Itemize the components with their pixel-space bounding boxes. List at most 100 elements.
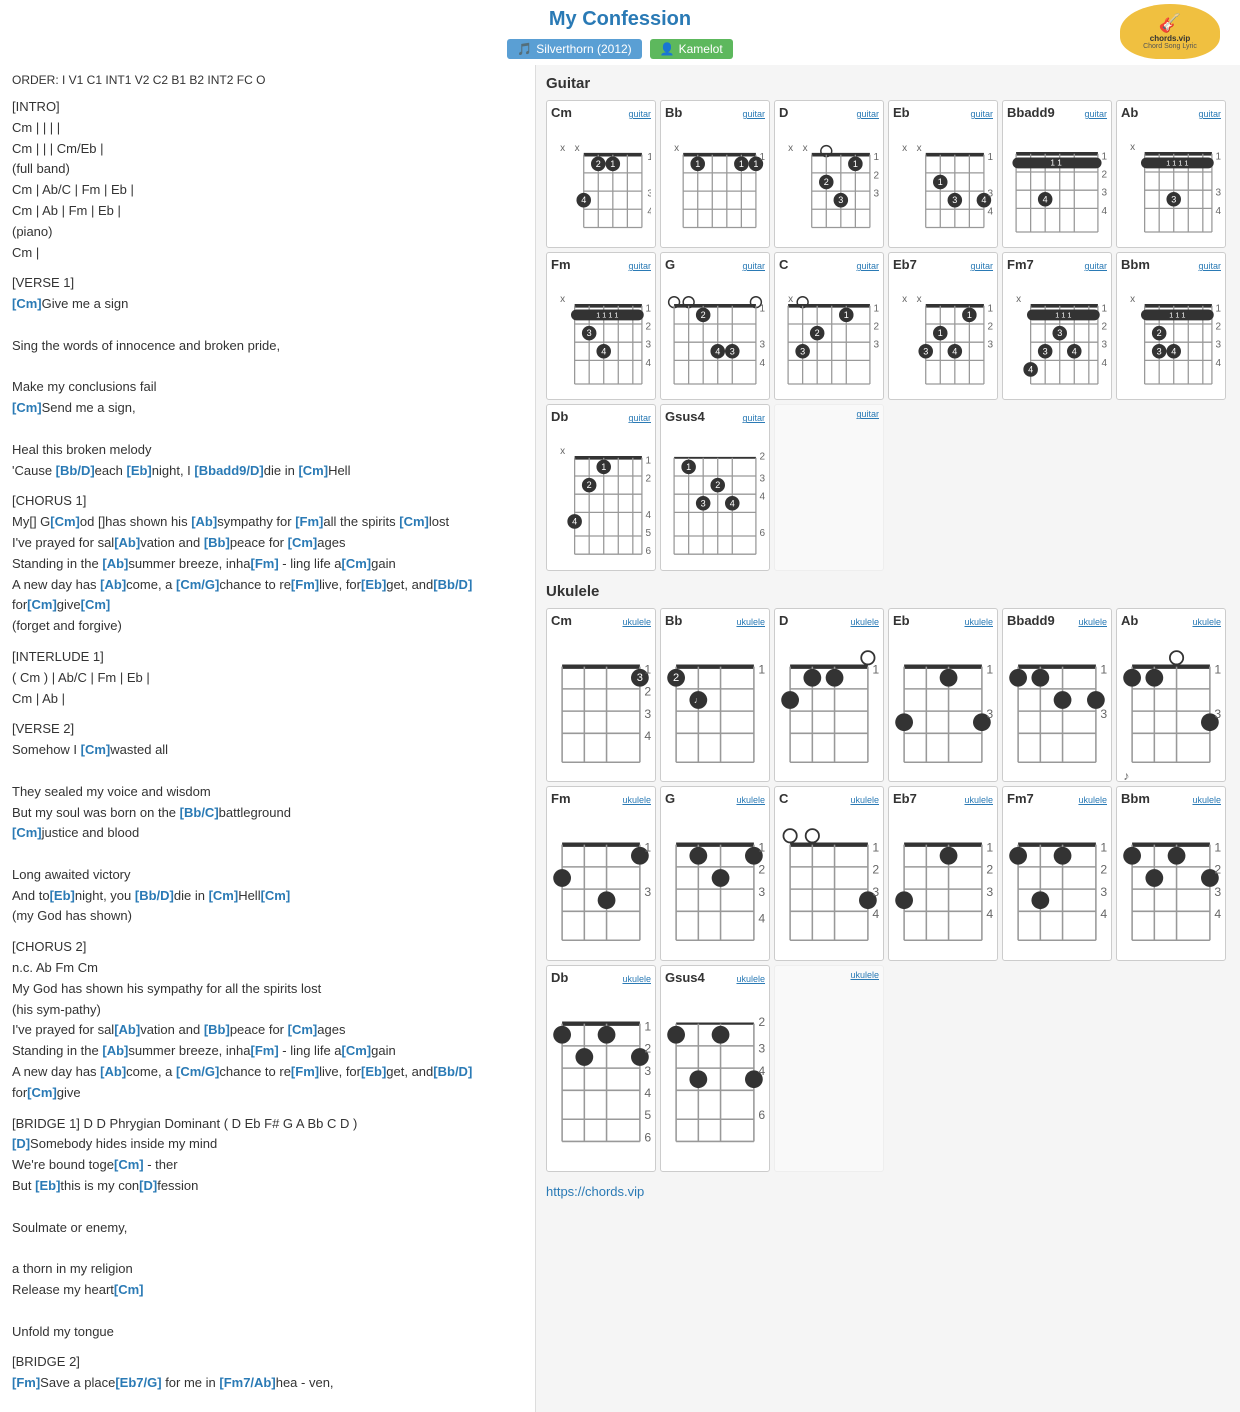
svg-text:1fr: 1fr <box>874 303 879 314</box>
svg-text:4: 4 <box>581 195 586 205</box>
svg-text:2: 2 <box>673 671 679 683</box>
svg-text:1fr: 1fr <box>1102 303 1107 314</box>
svg-text:1: 1 <box>739 159 744 169</box>
svg-text:3fr: 3fr <box>1214 885 1221 899</box>
svg-text:4fr: 4fr <box>758 912 765 926</box>
svg-text:4: 4 <box>1072 346 1077 356</box>
svg-text:2: 2 <box>587 480 592 490</box>
svg-text:4: 4 <box>730 499 735 509</box>
section-verse1: [VERSE 1] [Cm]Give me a sign Sing the wo… <box>12 273 523 481</box>
header: My Confession 🎵 Silverthorn (2012) 👤 Kam… <box>0 0 1240 65</box>
order-line: ORDER: I V1 C1 INT1 V2 C2 B1 B2 INT2 FC … <box>12 73 523 87</box>
section-label: [VERSE 1] <box>12 273 523 294</box>
badge-kamelot[interactable]: 👤 Kamelot <box>650 39 733 59</box>
svg-text:2fr: 2fr <box>758 863 765 877</box>
svg-text:3: 3 <box>1171 194 1176 204</box>
section-intro: [INTRO] Cm | | | | Cm | | | Cm/Eb | (ful… <box>12 97 523 263</box>
chord-fm7-guitar: Fm7 guitar x <box>1002 252 1112 400</box>
chord-d-ukulele: D ukulele <box>774 608 884 782</box>
svg-text:2fr: 2fr <box>646 322 651 333</box>
svg-text:x: x <box>560 143 565 154</box>
chord-empty-ukulele: ukulele <box>774 965 884 1173</box>
svg-text:3fr: 3fr <box>1214 706 1221 720</box>
svg-text:4fr: 4fr <box>872 907 879 921</box>
chord-d-guitar: D guitar x x <box>774 100 884 248</box>
svg-text:2fr: 2fr <box>874 170 879 181</box>
chord-eb-guitar: Eb guitar x x <box>888 100 998 248</box>
svg-text:3: 3 <box>800 346 805 356</box>
svg-text:2fr: 2fr <box>644 1041 651 1055</box>
section-bridge1: [BRIDGE 1] D D Phrygian Dominant ( D Eb … <box>12 1114 523 1343</box>
svg-text:x: x <box>1130 142 1135 153</box>
section-label: [BRIDGE 1] D D Phrygian Dominant ( D Eb … <box>12 1114 523 1135</box>
page-wrapper: My Confession 🎵 Silverthorn (2012) 👤 Kam… <box>0 0 1240 1412</box>
svg-text:2fr: 2fr <box>1216 322 1221 333</box>
svg-text:1fr: 1fr <box>1214 662 1221 676</box>
svg-text:1fr: 1fr <box>872 662 879 676</box>
svg-text:1fr: 1fr <box>644 1019 651 1033</box>
chord-db-guitar: Db guitar x <box>546 404 656 570</box>
section-label: [VERSE 2] <box>12 719 523 740</box>
svg-text:4fr: 4fr <box>986 907 993 921</box>
svg-text:1 1 1: 1 1 1 <box>1055 311 1071 320</box>
svg-text:4fr: 4fr <box>647 207 651 218</box>
svg-text:4fr: 4fr <box>644 1086 651 1100</box>
section-label: [BRIDGE 2] <box>12 1352 523 1373</box>
svg-text:3fr: 3fr <box>644 1063 651 1077</box>
svg-text:♪: ♪ <box>1123 769 1129 783</box>
svg-text:3fr: 3fr <box>986 706 993 720</box>
svg-text:1fr: 1fr <box>988 303 993 314</box>
chord-gsus4-ukulele: Gsus4 ukulele 2fr <box>660 965 770 1173</box>
svg-text:6fr: 6fr <box>644 1130 651 1144</box>
chord-g-ukulele: G ukulele <box>660 786 770 960</box>
svg-text:3fr: 3fr <box>986 885 993 899</box>
svg-text:3: 3 <box>1057 328 1062 338</box>
svg-text:4fr: 4fr <box>1216 358 1221 369</box>
svg-text:♩: ♩ <box>694 695 703 705</box>
chord-bbadd9-guitar: Bbadd9 guitar <box>1002 100 1112 248</box>
svg-text:1fr: 1fr <box>760 303 765 314</box>
svg-text:3: 3 <box>923 346 928 356</box>
svg-text:3: 3 <box>637 671 643 683</box>
chord-bb-ukulele: Bb ukulele 2 <box>660 608 770 782</box>
svg-text:2fr: 2fr <box>1102 169 1107 180</box>
ukulele-chords-grid: Cm ukulele 3 <box>546 608 1230 1173</box>
section-label: [CHORUS 1] <box>12 491 523 512</box>
svg-text:2fr: 2fr <box>758 1014 765 1028</box>
svg-text:3: 3 <box>838 195 843 205</box>
svg-text:1: 1 <box>686 462 691 472</box>
svg-text:1fr: 1fr <box>1216 303 1221 314</box>
svg-text:1: 1 <box>601 462 606 472</box>
svg-text:3: 3 <box>587 328 592 338</box>
section-verse2: [VERSE 2] Somehow I [Cm]wasted all They … <box>12 719 523 927</box>
svg-text:x: x <box>902 294 907 305</box>
svg-text:1: 1 <box>844 310 849 320</box>
svg-text:3fr: 3fr <box>646 340 651 351</box>
badge-silverthorn[interactable]: 🎵 Silverthorn (2012) <box>507 39 641 59</box>
section-chorus2: [CHORUS 2] n.c. Ab Fm Cm My God has show… <box>12 937 523 1103</box>
svg-text:3fr: 3fr <box>1100 706 1107 720</box>
chord-fm-guitar: Fm guitar x <box>546 252 656 400</box>
svg-text:1fr: 1fr <box>647 152 651 163</box>
svg-text:3fr: 3fr <box>1216 340 1221 351</box>
svg-text:x: x <box>575 143 580 154</box>
svg-text:3fr: 3fr <box>644 706 651 720</box>
chord-c-guitar: C guitar x <box>774 252 884 400</box>
chord-bb-guitar: Bb guitar x <box>660 100 770 248</box>
svg-text:2fr: 2fr <box>1102 322 1107 333</box>
svg-text:3fr: 3fr <box>988 340 993 351</box>
svg-text:4fr: 4fr <box>758 1063 765 1077</box>
svg-text:2fr: 2fr <box>760 452 765 463</box>
chord-ab-ukulele: Ab ukulele <box>1116 608 1226 782</box>
svg-text:1fr: 1fr <box>758 662 765 676</box>
svg-text:3: 3 <box>730 346 735 356</box>
svg-text:6fr: 6fr <box>758 1108 765 1122</box>
svg-text:x: x <box>917 143 922 154</box>
svg-text:2fr: 2fr <box>1214 863 1221 877</box>
section-bridge2: [BRIDGE 2] [Fm]Save a place[Eb7/G] for m… <box>12 1352 523 1394</box>
section-label: [INTRO] <box>12 97 523 118</box>
svg-text:4fr: 4fr <box>1216 206 1221 217</box>
person-icon: 👤 <box>660 42 675 56</box>
svg-text:1fr: 1fr <box>644 840 651 854</box>
svg-text:3fr: 3fr <box>874 189 879 200</box>
